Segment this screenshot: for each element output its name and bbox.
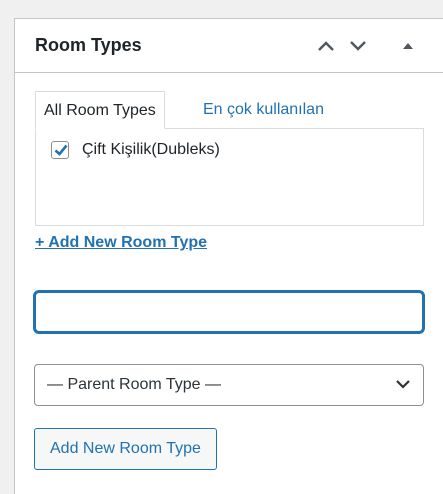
toggle-panel-button[interactable] (395, 33, 421, 59)
room-type-label: Çift Kişilik(Dubleks) (82, 141, 220, 158)
move-down-button[interactable] (345, 33, 371, 59)
parent-room-type-select[interactable]: — Parent Room Type — (34, 364, 424, 406)
add-new-room-type-link[interactable]: + Add New Room Type (35, 234, 207, 252)
chevron-down-icon (396, 380, 410, 389)
panel-header: Room Types (15, 19, 443, 73)
panel-title: Room Types (35, 35, 142, 55)
tab-all-room-types[interactable]: All Room Types (35, 91, 165, 129)
room-type-checkbox[interactable] (51, 141, 69, 159)
chevron-up-icon (318, 41, 334, 51)
chevron-down-icon (350, 41, 366, 51)
move-up-button[interactable] (313, 33, 339, 59)
list-item: Çift Kişilik(Dubleks) (51, 141, 220, 159)
checkmark-icon (54, 144, 68, 156)
parent-select-value: — Parent Room Type — (47, 376, 221, 393)
new-room-type-name-input[interactable] (34, 291, 424, 333)
tab-most-used[interactable]: En çok kullanılan (203, 91, 324, 129)
room-types-panel: Room Types All Room Types En çok kullanı… (14, 18, 443, 494)
room-type-tabs: All Room Types En çok kullanılan Çift Ki… (35, 91, 424, 226)
triangle-up-icon (403, 43, 413, 49)
add-new-room-type-button[interactable]: Add New Room Type (34, 428, 217, 470)
